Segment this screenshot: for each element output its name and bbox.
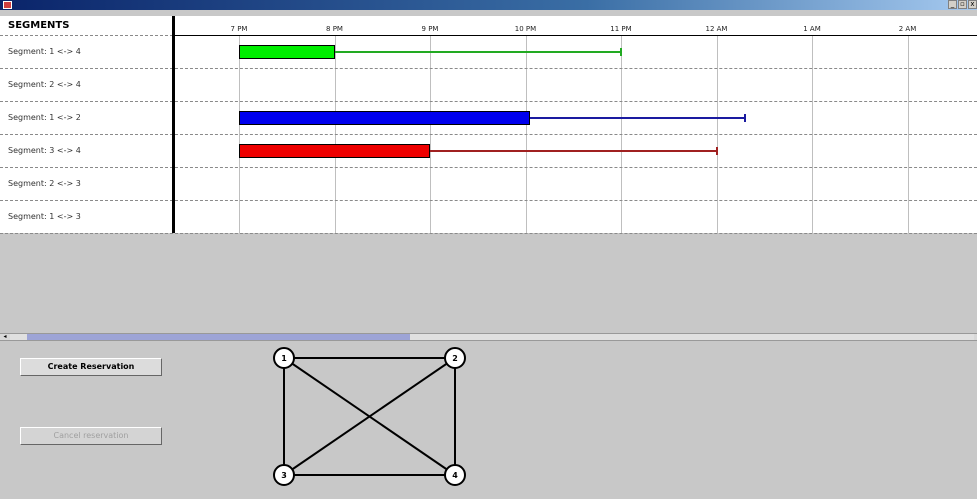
row-separator (175, 101, 977, 102)
reservation-end-cap (715, 146, 718, 155)
cancel-reservation-button[interactable]: Cancel reservation (20, 427, 162, 445)
reservation-end-cap (744, 113, 747, 122)
time-tick-label: 1 AM (803, 25, 821, 33)
segment-label: Segment: 1 <-> 2 (8, 113, 81, 122)
time-tick-label: 9 PM (421, 25, 439, 33)
segment-row-label: Segment: 3 <-> 4 (0, 135, 173, 168)
row-separator (175, 68, 977, 69)
row-separator (175, 167, 977, 168)
time-tick-label: 7 PM (230, 25, 248, 33)
time-tick-label: 12 AM (705, 25, 728, 33)
segment-label: Segment: 2 <-> 3 (8, 179, 81, 188)
time-tick-label: 2 AM (898, 25, 917, 33)
segment-label: Segment: 1 <-> 4 (8, 47, 81, 56)
maximize-button[interactable]: ▫ (958, 0, 967, 9)
reservation-end-cap (620, 47, 622, 56)
reservation-bar[interactable] (239, 44, 335, 59)
reservation-extension-line (530, 116, 746, 119)
reservation-extension-line (430, 149, 717, 152)
horizontal-scrollbar[interactable]: ◂ (0, 333, 977, 341)
network-graph: 1 2 3 4 (273, 347, 466, 486)
window-controls: _ ▫ x (947, 0, 977, 10)
segment-label: Segment: 3 <-> 4 (8, 146, 81, 155)
segment-label: Segment: 1 <-> 3 (8, 212, 81, 221)
row-separator (175, 134, 977, 135)
segment-label: Segment: 2 <-> 4 (8, 80, 81, 89)
scroll-thumb[interactable] (27, 334, 410, 340)
time-tick-label: 8 PM (326, 25, 343, 33)
create-reservation-button[interactable]: Create Reservation (20, 358, 162, 376)
minimize-button[interactable]: _ (948, 0, 957, 9)
schedule-panel: SEGMENTS Segment: 1 <-> 4 Segment: 2 <->… (0, 16, 977, 234)
row-separator (175, 233, 977, 234)
app-icon (3, 1, 12, 9)
graph-node-label: 3 (281, 471, 287, 480)
close-button[interactable]: x (968, 0, 977, 9)
segment-row-label: Segment: 1 <-> 2 (0, 102, 173, 135)
segment-row-label: Segment: 1 <-> 3 (0, 201, 173, 234)
segments-header: SEGMENTS (8, 20, 70, 31)
segment-row-label: Segment: 2 <-> 4 (0, 69, 173, 102)
reservation-extension-line (334, 50, 621, 53)
reservation-bar[interactable] (239, 110, 531, 125)
title-bar: _ ▫ x (0, 0, 977, 10)
segment-row-label: Segment: 1 <-> 4 (0, 36, 173, 69)
timeline: 7 PM 8 PM 9 PM 10 PM 11 PM 12 AM 1 AM 2 AM (175, 16, 977, 234)
segment-labels-column: SEGMENTS Segment: 1 <-> 4 Segment: 2 <->… (0, 16, 173, 234)
time-tick-label: 11 PM (610, 25, 632, 33)
graph-node-label: 1 (281, 354, 287, 363)
row-separator (175, 200, 977, 201)
segment-row-label: Segment: 2 <-> 3 (0, 168, 173, 201)
scroll-left-arrow-icon[interactable]: ◂ (0, 334, 10, 340)
reservation-bar[interactable] (239, 143, 430, 158)
graph-node-label: 4 (452, 471, 458, 480)
time-tick-label: 10 PM (514, 25, 537, 33)
graph-node-label: 2 (452, 354, 458, 363)
time-header-line (175, 35, 977, 36)
